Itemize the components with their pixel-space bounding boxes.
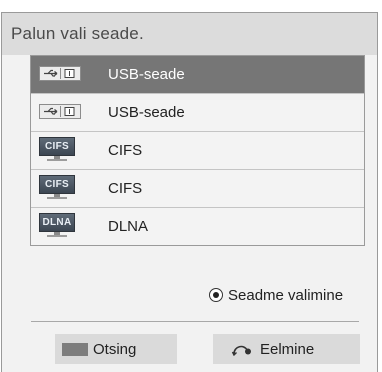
search-button[interactable]: Otsing xyxy=(55,334,177,364)
color-key-icon xyxy=(62,343,88,356)
device-row-usb-2[interactable]: USB-seade xyxy=(31,94,364,132)
cifs-icon-text: CIFS xyxy=(39,175,75,194)
footer-divider xyxy=(31,321,359,322)
device-label: USB-seade xyxy=(108,104,185,121)
device-label: CIFS xyxy=(108,180,143,197)
dialog-title: Palun vali seade. xyxy=(11,24,144,43)
usb-storage-icon xyxy=(39,104,81,119)
cifs-icon-text: CIFS xyxy=(39,137,75,156)
dlna-icon-text: DLNA xyxy=(39,213,75,232)
device-label: DLNA xyxy=(108,218,149,235)
device-row-cifs-1[interactable]: CIFS CIFS xyxy=(31,132,364,170)
back-button[interactable]: Eelmine xyxy=(213,334,360,364)
select-device-hint: Seadme valimine xyxy=(228,287,344,304)
device-row-dlna[interactable]: DLNA DLNA xyxy=(31,208,364,245)
usb-storage-icon xyxy=(39,66,81,81)
ok-button-icon xyxy=(209,288,223,302)
device-row-cifs-2[interactable]: CIFS CIFS xyxy=(31,170,364,208)
back-button-label: Eelmine xyxy=(260,341,315,358)
device-row-usb-1[interactable]: USB-seade xyxy=(31,56,364,94)
back-arrow-icon xyxy=(231,342,253,361)
dlna-server-icon: DLNA xyxy=(39,213,75,239)
cifs-server-icon: CIFS xyxy=(39,175,75,201)
dialog-header: Palun vali seade. xyxy=(2,13,377,55)
search-button-label: Otsing xyxy=(93,341,137,358)
device-list: USB-seade USB-seade CIFS CIFS CIFS CIFS … xyxy=(30,55,365,246)
device-label: CIFS xyxy=(108,142,143,159)
device-label: USB-seade xyxy=(108,66,185,83)
cifs-server-icon: CIFS xyxy=(39,137,75,163)
